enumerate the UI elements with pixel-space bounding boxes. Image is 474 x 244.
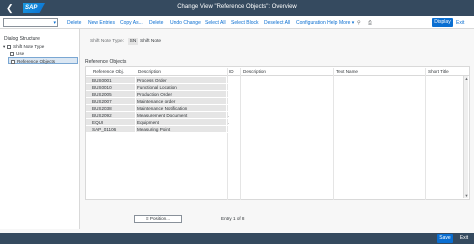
folder-icon <box>10 51 14 56</box>
folder-icon <box>7 44 11 49</box>
print-icon[interactable]: ⎙ <box>368 19 372 27</box>
table-row[interactable]: BUS0001 Process Order <box>86 77 469 84</box>
tree-node-reference-objects[interactable]: Reference Objects <box>8 57 78 64</box>
cell-description[interactable]: Equipment <box>136 119 226 126</box>
table-row[interactable]: BUS2038 Maintenance Notification <box>86 105 469 112</box>
col-header-description[interactable]: Description <box>138 68 161 75</box>
table-row[interactable]: BUS2007 Maintenance order <box>86 98 469 105</box>
cell-id[interactable]: . <box>227 112 235 119</box>
cell-description[interactable]: Production Order <box>136 91 226 98</box>
col-header-text-name[interactable]: Text Name <box>336 68 358 75</box>
delete-button-2[interactable]: Delete <box>149 19 163 27</box>
more-label: More <box>339 20 351 26</box>
cell-description[interactable]: Process Order <box>136 77 226 84</box>
tree-node-label: Reference Objects <box>17 59 56 64</box>
col-header-ref-obj[interactable]: Reference Obj. <box>93 68 124 75</box>
command-field[interactable]: ▾ <box>3 18 58 27</box>
chevron-down-icon: ▾ <box>351 20 355 26</box>
cell-description[interactable]: Functional Location <box>136 84 226 91</box>
cell-ref-obj[interactable]: BUS0001 <box>91 77 135 84</box>
cell-id[interactable] <box>227 126 235 133</box>
position-label: Position... <box>149 216 171 221</box>
tree-node-label: Shift Note Type <box>13 44 45 49</box>
table-row[interactable]: BUS0010 Functional Location <box>86 84 469 91</box>
footer-bar: Save Exit <box>0 233 474 244</box>
display-button[interactable]: Display <box>432 18 453 27</box>
folder-icon <box>11 59 15 64</box>
exit-button-footer[interactable]: Exit <box>456 234 472 243</box>
cell-description[interactable]: Measurement Document <box>136 112 226 119</box>
vertical-scrollbar[interactable]: ▲ ▼ <box>463 76 468 198</box>
cell-description[interactable]: Measuring Point <box>136 126 226 133</box>
col-header-short-title[interactable]: Short Title <box>428 68 449 75</box>
new-entries-button[interactable]: New Entries <box>88 19 115 27</box>
cell-ref-obj[interactable]: BUS2005 <box>91 91 135 98</box>
chevron-down-icon[interactable]: ▾ <box>53 20 56 26</box>
table-row[interactable]: BUS2092 Measurement Document. <box>86 112 469 119</box>
section-title: Reference Objects <box>85 59 127 65</box>
entry-count: Entry 1 of 8 <box>221 216 245 221</box>
table-row[interactable]: EQUI Equipment. <box>86 119 469 126</box>
cell-ref-obj[interactable]: EQUI <box>91 119 135 126</box>
dialog-structure-title: Dialog Structure <box>4 36 40 42</box>
shift-note-type-desc: Shift Note <box>140 39 162 44</box>
cell-description[interactable]: Maintenance Notification <box>136 105 226 112</box>
reference-objects-table: Reference Obj. Description ID Descriptio… <box>85 66 470 200</box>
shift-note-type-label: Shift Note Type: <box>90 39 125 44</box>
search-icon[interactable]: ⚲ <box>357 19 361 27</box>
cell-id[interactable]: . <box>227 119 235 126</box>
more-button[interactable]: More ▾ <box>339 19 354 27</box>
toolbar: ▾ Delete New Entries Copy As... Delete U… <box>0 16 474 29</box>
cell-ref-obj[interactable]: BUS0010 <box>91 84 135 91</box>
col-header-description-2[interactable]: Description <box>243 68 266 75</box>
delete-button[interactable]: Delete <box>67 19 81 27</box>
table-row[interactable]: BUS2005 Production Order <box>86 91 469 98</box>
scroll-up-icon[interactable]: ▲ <box>464 76 469 81</box>
save-button[interactable]: Save <box>437 234 453 243</box>
cell-id[interactable] <box>227 84 235 91</box>
dialog-structure-panel: Dialog Structure ▾ Shift Note Type Use Re… <box>0 29 80 229</box>
cell-ref-obj[interactable]: BUS2092 <box>91 112 135 119</box>
window-title: Change View "Reference Objects": Overvie… <box>177 4 297 10</box>
select-block-button[interactable]: Select Block <box>231 19 259 27</box>
select-all-button[interactable]: Select All <box>205 19 226 27</box>
position-button[interactable]: ≡ Position... <box>134 215 182 223</box>
cell-ref-obj[interactable]: BUS2038 <box>91 105 135 112</box>
cell-description[interactable]: Maintenance order <box>136 98 226 105</box>
tree-node-label: Use <box>16 51 25 56</box>
cell-ref-obj[interactable]: BUS2007 <box>91 98 135 105</box>
cell-id[interactable] <box>227 98 235 105</box>
cell-id[interactable] <box>227 77 235 84</box>
undo-change-button[interactable]: Undo Change <box>170 19 201 27</box>
configuration-help-button[interactable]: Configuration Help <box>296 19 337 27</box>
scroll-down-icon[interactable]: ▼ <box>464 193 469 198</box>
header-divider <box>86 75 469 76</box>
shift-note-type-value: SN <box>128 38 138 45</box>
cell-ref-obj[interactable]: SAP_01106 <box>91 126 135 133</box>
cell-id[interactable] <box>227 91 235 98</box>
exit-button[interactable]: Exit <box>456 19 464 27</box>
cell-id[interactable] <box>227 105 235 112</box>
deselect-all-button[interactable]: Deselect All <box>264 19 290 27</box>
table-row[interactable]: SAP_01106 Measuring Point <box>86 126 469 133</box>
tree-node-shift-note-type[interactable]: ▾ Shift Note Type <box>3 43 78 50</box>
shell-bar: ❮ SAP Change View "Reference Objects": O… <box>0 0 474 16</box>
tree-node-use[interactable]: Use <box>10 50 24 57</box>
col-header-id[interactable]: ID <box>229 68 234 75</box>
copy-as-button[interactable]: Copy As... <box>120 19 143 27</box>
position-icon: ≡ <box>145 216 149 221</box>
main-area: Shift Note Type: SN Shift Note Reference… <box>81 29 474 229</box>
